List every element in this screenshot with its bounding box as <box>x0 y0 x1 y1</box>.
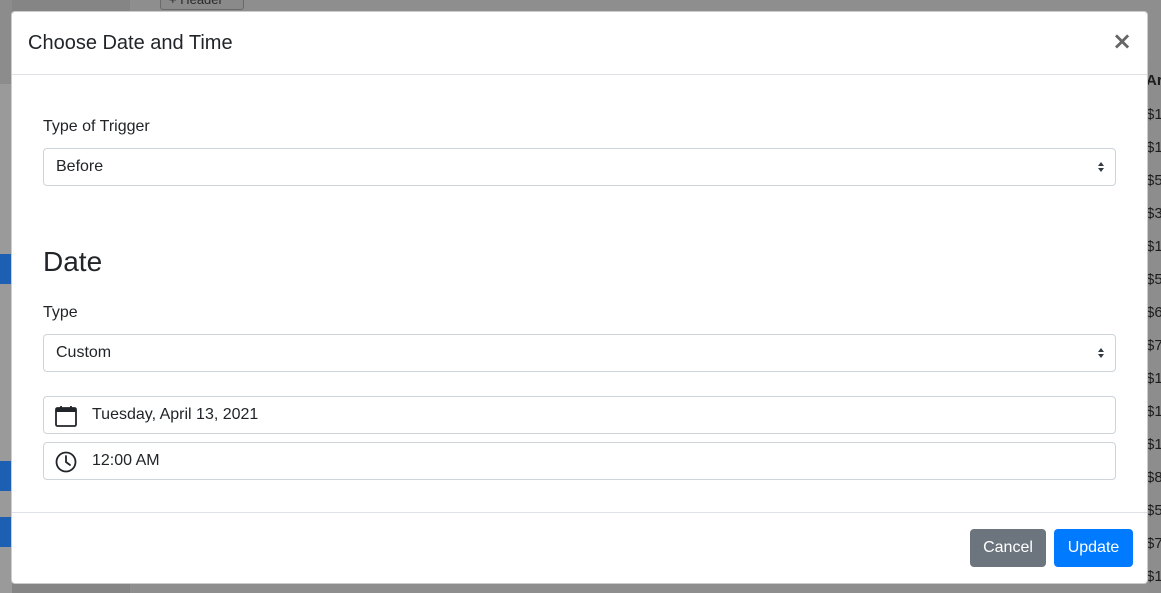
date-time-modal: Choose Date and Time × Type of Trigger B… <box>11 11 1148 584</box>
background-table-cell: $1 <box>1146 403 1161 420</box>
close-icon: × <box>1111 27 1133 55</box>
background-table-cell: $6 <box>1146 304 1161 321</box>
background-table-header: Ar <box>1146 72 1161 89</box>
background-table-cell: $5 <box>1146 502 1161 519</box>
date-type-label: Type <box>43 304 78 321</box>
background-table-cell: $7 <box>1146 535 1161 552</box>
date-type-value: Custom <box>56 344 112 361</box>
trigger-type-select[interactable]: Before <box>43 148 1116 186</box>
background-table-cell: $1 <box>1146 436 1161 453</box>
background-table-cell: $1 <box>1146 106 1161 123</box>
trigger-type-label: Type of Trigger <box>43 118 150 135</box>
date-input[interactable]: Tuesday, April 13, 2021 <box>43 396 1116 434</box>
calendar-icon <box>55 406 77 427</box>
background-table-cell: $1 <box>1146 370 1161 387</box>
trigger-type-value: Before <box>56 158 104 175</box>
background-table-cell: $1 <box>1146 568 1161 585</box>
background-table-cell: $5 <box>1146 172 1161 189</box>
cancel-button[interactable]: Cancel <box>970 529 1046 567</box>
update-button[interactable]: Update <box>1054 529 1133 567</box>
background-table-cell: $3 <box>1146 205 1161 222</box>
select-caret-icon <box>1098 162 1104 172</box>
time-input[interactable]: 12:00 AM <box>43 442 1116 480</box>
modal-header: Choose Date and Time × <box>12 12 1147 75</box>
close-button[interactable]: × <box>1111 28 1133 54</box>
background-table-cell: $7 <box>1146 337 1161 354</box>
select-caret-icon <box>1098 348 1104 358</box>
clock-icon <box>55 451 77 473</box>
date-heading: Date <box>43 246 103 277</box>
modal-footer: Cancel Update <box>12 512 1147 583</box>
time-value: 12:00 AM <box>92 452 160 469</box>
date-value: Tuesday, April 13, 2021 <box>92 406 259 423</box>
background-table-cell: $8 <box>1146 469 1161 486</box>
background-table-cell: $5 <box>1146 271 1161 288</box>
background-header-button: + Header <box>160 0 244 10</box>
date-type-select[interactable]: Custom <box>43 334 1116 372</box>
background-table-cell: $1 <box>1146 139 1161 156</box>
modal-title: Choose Date and Time <box>28 32 233 54</box>
background-table-cell: $1 <box>1146 238 1161 255</box>
